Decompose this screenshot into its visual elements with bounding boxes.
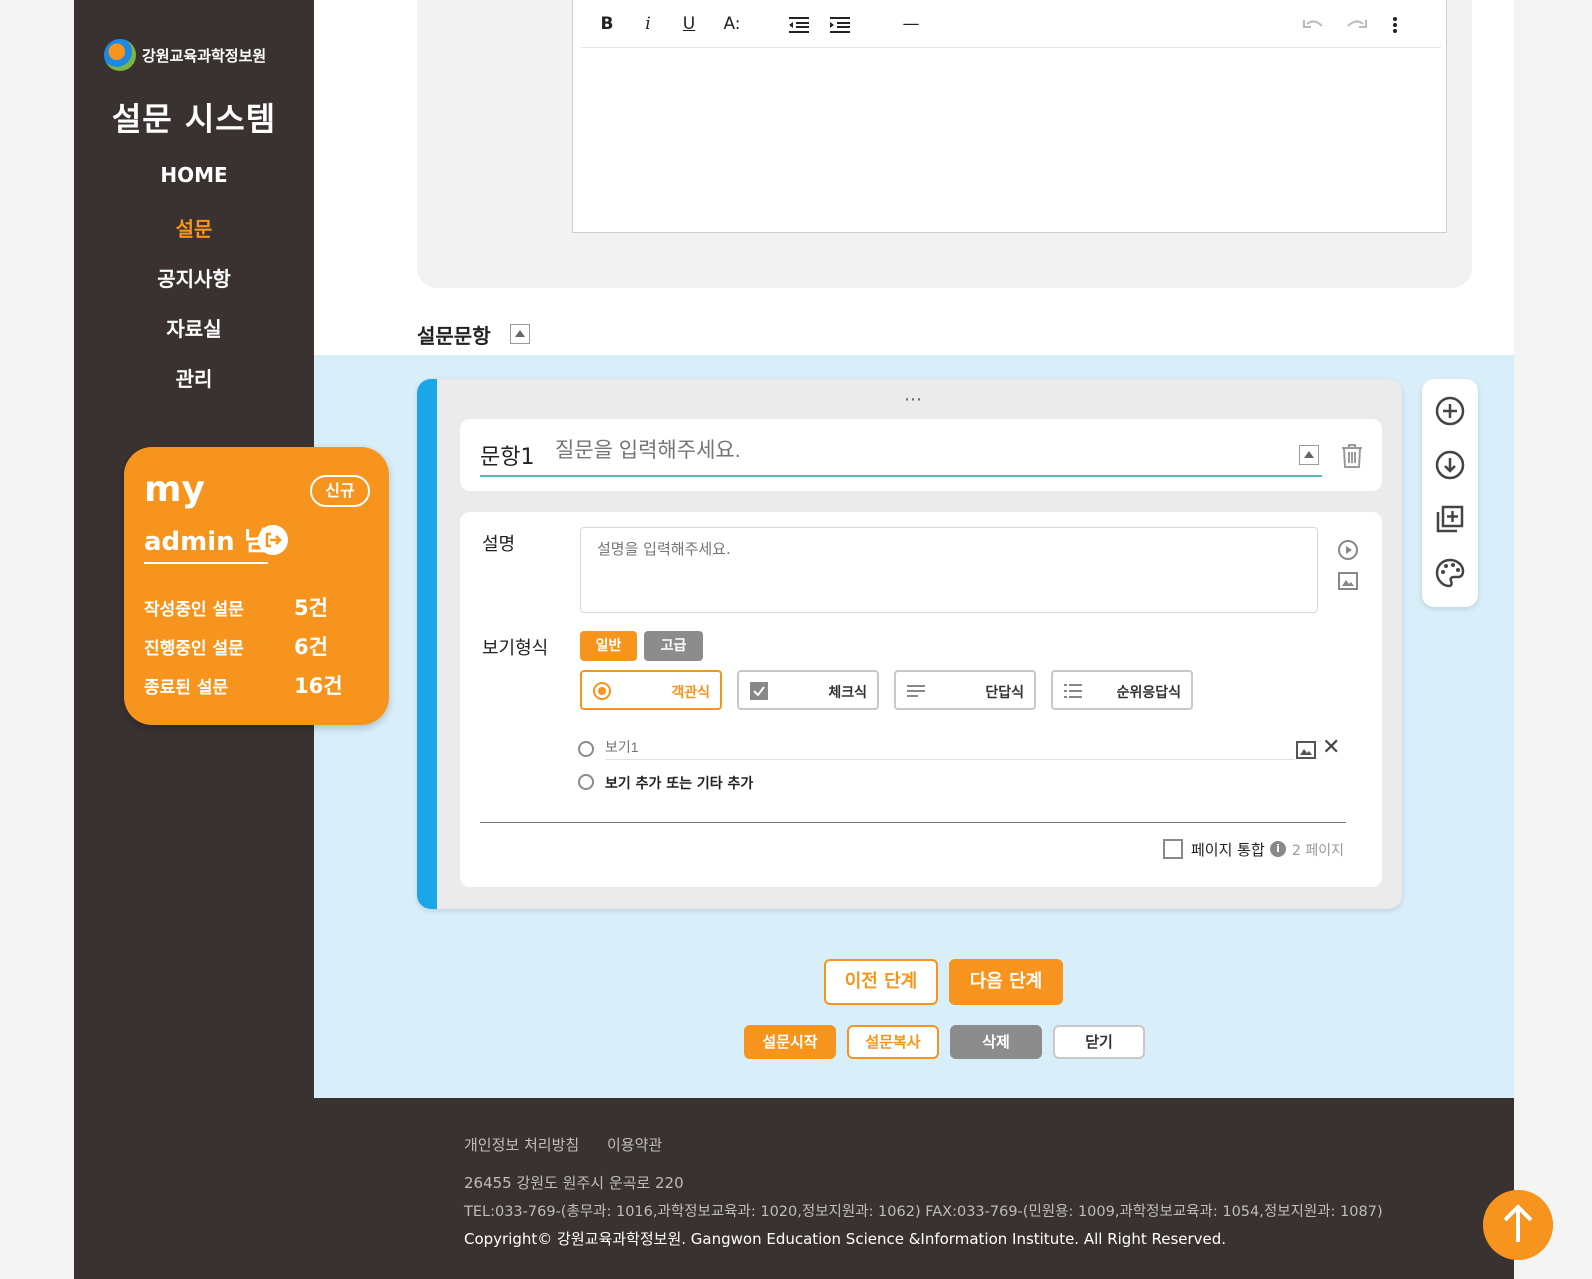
ordered-list-icon <box>1064 684 1082 698</box>
undo-icon[interactable] <box>1303 18 1325 32</box>
option-image-icon[interactable] <box>1296 740 1316 760</box>
terms-link[interactable]: 이용약관 <box>607 1134 662 1155</box>
footer: 개인정보 처리방침 이용약관 26455 강원도 원주시 운곡로 220 TEL… <box>314 1098 1514 1279</box>
stat-value-writing[interactable]: 5건 <box>294 592 328 622</box>
question-area: ⋯ 문항1 설명 보기형식 일반 고급 객관식 <box>314 355 1514 1098</box>
page-merge-label: 페이지 통합 <box>1191 841 1265 859</box>
stat-value-active[interactable]: 6건 <box>294 631 328 661</box>
view-type-label: 보기형식 <box>482 638 549 659</box>
nav-archive[interactable]: 자료실 <box>74 313 314 342</box>
horizontal-rule-button[interactable]: — <box>897 14 925 36</box>
nav-survey[interactable]: 설문 <box>74 213 314 242</box>
next-step-button[interactable]: 다음 단계 <box>949 959 1063 1005</box>
main-content: B i U A: — 설문문항 ⋯ 문항1 질문을 입력해주세요. 설명 설명을… <box>314 0 1514 1279</box>
org-name: 강원교육과학정보원 <box>142 46 267 65</box>
info-icon[interactable]: i <box>1270 841 1286 857</box>
add-question-icon[interactable] <box>1434 395 1466 427</box>
checkbox-icon <box>750 682 768 700</box>
toolbar-divider <box>581 47 1441 48</box>
drag-handle-icon[interactable]: ⋯ <box>904 389 922 410</box>
my-card-title: my <box>144 469 205 510</box>
new-survey-button[interactable]: 신규 <box>310 475 370 507</box>
video-icon[interactable] <box>1337 539 1359 561</box>
section-collapse-button[interactable] <box>510 324 530 344</box>
mode-basic-button[interactable]: 일반 <box>580 631 637 661</box>
stat-label-closed: 종료된 설문 <box>144 678 229 698</box>
stat-value-closed[interactable]: 16건 <box>294 670 343 700</box>
logo-mark-icon <box>104 39 136 71</box>
system-title: 설문 시스템 <box>111 100 277 138</box>
question-header: 문항1 <box>460 419 1382 491</box>
trash-icon[interactable] <box>1340 443 1364 469</box>
type-multiple-choice-button[interactable]: 객관식 <box>580 670 722 710</box>
duplicate-question-icon[interactable] <box>1434 503 1466 535</box>
rich-text-editor[interactable]: B i U A: — <box>572 0 1447 233</box>
page-merge-count: 2 페이지 <box>1292 843 1344 859</box>
logout-icon[interactable] <box>258 525 288 555</box>
footer-address: 26455 강원도 원주시 운곡로 220 <box>464 1174 684 1192</box>
type-label: 단답식 <box>985 685 1024 701</box>
indent-icon[interactable] <box>829 16 851 34</box>
question-accent-bar <box>417 379 437 909</box>
delete-survey-button[interactable]: 삭제 <box>950 1025 1042 1059</box>
stat-label-writing: 작성중인 설문 <box>144 600 244 620</box>
question-body: 설명 보기형식 일반 고급 객관식 체크식 단답식 <box>460 512 1382 887</box>
section-title: 설문문항 <box>417 324 491 348</box>
palette-icon[interactable] <box>1434 557 1466 589</box>
type-short-answer-button[interactable]: 단답식 <box>894 670 1036 710</box>
option-delete-icon[interactable]: ✕ <box>1322 737 1340 759</box>
underline-button[interactable]: U <box>675 14 703 36</box>
radio-icon <box>593 682 611 700</box>
add-option-link[interactable]: 보기 추가 또는 기타 추가 <box>605 773 753 793</box>
question-number: 문항1 <box>480 445 535 470</box>
redo-icon[interactable] <box>1345 18 1367 32</box>
option-radio <box>578 741 594 757</box>
nav-admin[interactable]: 관리 <box>74 363 314 392</box>
footer-copyright: Copyright© 강원교육과학정보원. Gangwon Education … <box>464 1230 1227 1248</box>
close-button[interactable]: 닫기 <box>1053 1025 1145 1059</box>
nav-notice[interactable]: 공지사항 <box>74 263 314 292</box>
copy-survey-button[interactable]: 설문복사 <box>847 1025 939 1059</box>
description-input[interactable] <box>580 527 1318 613</box>
type-label: 객관식 <box>671 685 710 701</box>
lines-icon <box>907 685 925 697</box>
page-merge-checkbox[interactable] <box>1163 839 1183 859</box>
footer-tel: TEL:033-769-(총무과: 1016,과학정보교육과: 1020,정보지… <box>464 1204 1383 1220</box>
editor-panel: B i U A: — <box>417 0 1472 288</box>
question-title-input[interactable] <box>555 439 1295 463</box>
my-card: my 신규 admin 님 작성중인 설문 5건 진행중인 설문 6건 종료된 … <box>124 447 389 725</box>
bold-button[interactable]: B <box>593 14 621 36</box>
type-checkbox-button[interactable]: 체크식 <box>737 670 879 710</box>
stat-label-active: 진행중인 설문 <box>144 639 244 659</box>
import-question-icon[interactable] <box>1434 449 1466 481</box>
italic-button[interactable]: i <box>634 14 662 36</box>
top-area: B i U A: — 설문문항 <box>314 0 1514 355</box>
start-survey-button[interactable]: 설문시작 <box>744 1025 836 1059</box>
font-size-button[interactable]: A: <box>718 14 746 36</box>
privacy-link[interactable]: 개인정보 처리방침 <box>464 1134 579 1155</box>
org-logo[interactable]: 강원교육과학정보원 <box>104 38 294 72</box>
more-vertical-icon[interactable] <box>1391 16 1399 34</box>
question-body-divider <box>480 822 1346 823</box>
type-label: 체크식 <box>828 685 867 701</box>
question-title-underline <box>480 475 1322 477</box>
mode-advanced-button[interactable]: 고급 <box>644 631 703 661</box>
option-add-radio <box>578 774 594 790</box>
scroll-to-top-icon[interactable] <box>1483 1190 1553 1260</box>
option-input[interactable] <box>605 739 1295 760</box>
question-collapse-button[interactable] <box>1299 445 1319 465</box>
type-ranking-button[interactable]: 순위응답식 <box>1051 670 1193 710</box>
nav-home[interactable]: HOME <box>74 163 314 187</box>
outdent-icon[interactable] <box>788 16 810 34</box>
prev-step-button[interactable]: 이전 단계 <box>824 959 938 1005</box>
question-tools <box>1422 379 1478 607</box>
type-label: 순위응답식 <box>1116 685 1181 701</box>
question-card: ⋯ 문항1 설명 보기형식 일반 고급 객관식 <box>417 379 1402 909</box>
image-icon[interactable] <box>1337 570 1359 592</box>
description-label: 설명 <box>482 534 516 555</box>
user-name: admin 님 <box>144 521 268 564</box>
